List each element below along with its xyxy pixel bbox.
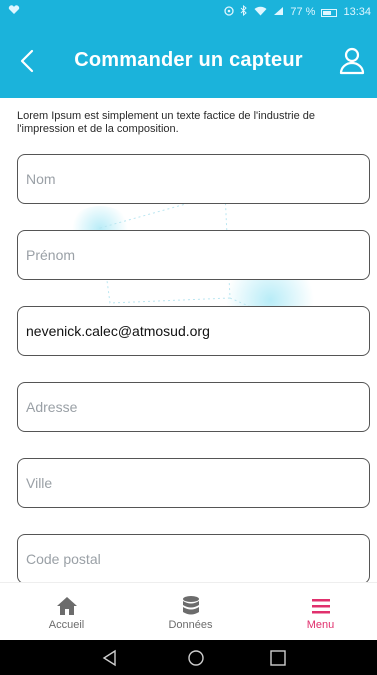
- battery-percent: 77 %: [290, 6, 316, 18]
- address-field[interactable]: Adresse: [17, 382, 370, 432]
- wifi-icon: [254, 6, 267, 19]
- location-icon: [224, 5, 235, 19]
- square-recents-icon: [270, 650, 286, 666]
- home-icon: [56, 595, 78, 617]
- page-title: Commander un capteur: [74, 49, 303, 71]
- signal-icon: [273, 6, 284, 19]
- first-name-field[interactable]: Prénom: [17, 230, 370, 280]
- system-navigation-bar: [0, 640, 377, 675]
- last-name-field[interactable]: Nom: [17, 154, 370, 204]
- system-back-button[interactable]: [100, 648, 120, 668]
- nav-label-data: Données: [168, 619, 213, 631]
- nav-label-home: Accueil: [48, 619, 85, 631]
- status-icons: 77 % 13:34: [224, 4, 371, 19]
- email-field[interactable]: nevenick.calec@atmosud.org: [17, 306, 370, 356]
- system-recents-button[interactable]: [268, 648, 288, 668]
- nav-item-home[interactable]: Accueil: [4, 583, 129, 641]
- order-form: Lorem Ipsum est simplement un texte fact…: [0, 98, 377, 582]
- system-home-button[interactable]: [186, 648, 206, 668]
- city-field[interactable]: Ville: [17, 458, 370, 508]
- triangle-back-icon: [102, 649, 116, 667]
- header-bar: Commander un capteur: [0, 24, 377, 98]
- profile-button[interactable]: [339, 46, 365, 76]
- app-header: 77 % 13:34 Commander un capteur: [0, 0, 377, 98]
- postal-code-field[interactable]: Code postal: [17, 534, 370, 582]
- bluetooth-icon: [240, 4, 248, 19]
- clock: 13:34: [343, 6, 371, 18]
- nav-item-menu[interactable]: Menu: [258, 583, 377, 641]
- menu-icon: [310, 595, 332, 617]
- status-bar: 77 % 13:34: [0, 0, 377, 24]
- bottom-navigation: Accueil Données Menu: [0, 582, 377, 640]
- nav-label-menu: Menu: [306, 619, 335, 631]
- database-icon: [180, 595, 202, 617]
- circle-home-icon: [188, 650, 204, 666]
- nav-item-data[interactable]: Données: [128, 583, 253, 641]
- notification-heart-icon: [8, 5, 20, 18]
- intro-text: Lorem Ipsum est simplement un texte fact…: [17, 110, 316, 135]
- user-icon: [339, 47, 365, 75]
- battery-icon: [321, 9, 338, 17]
